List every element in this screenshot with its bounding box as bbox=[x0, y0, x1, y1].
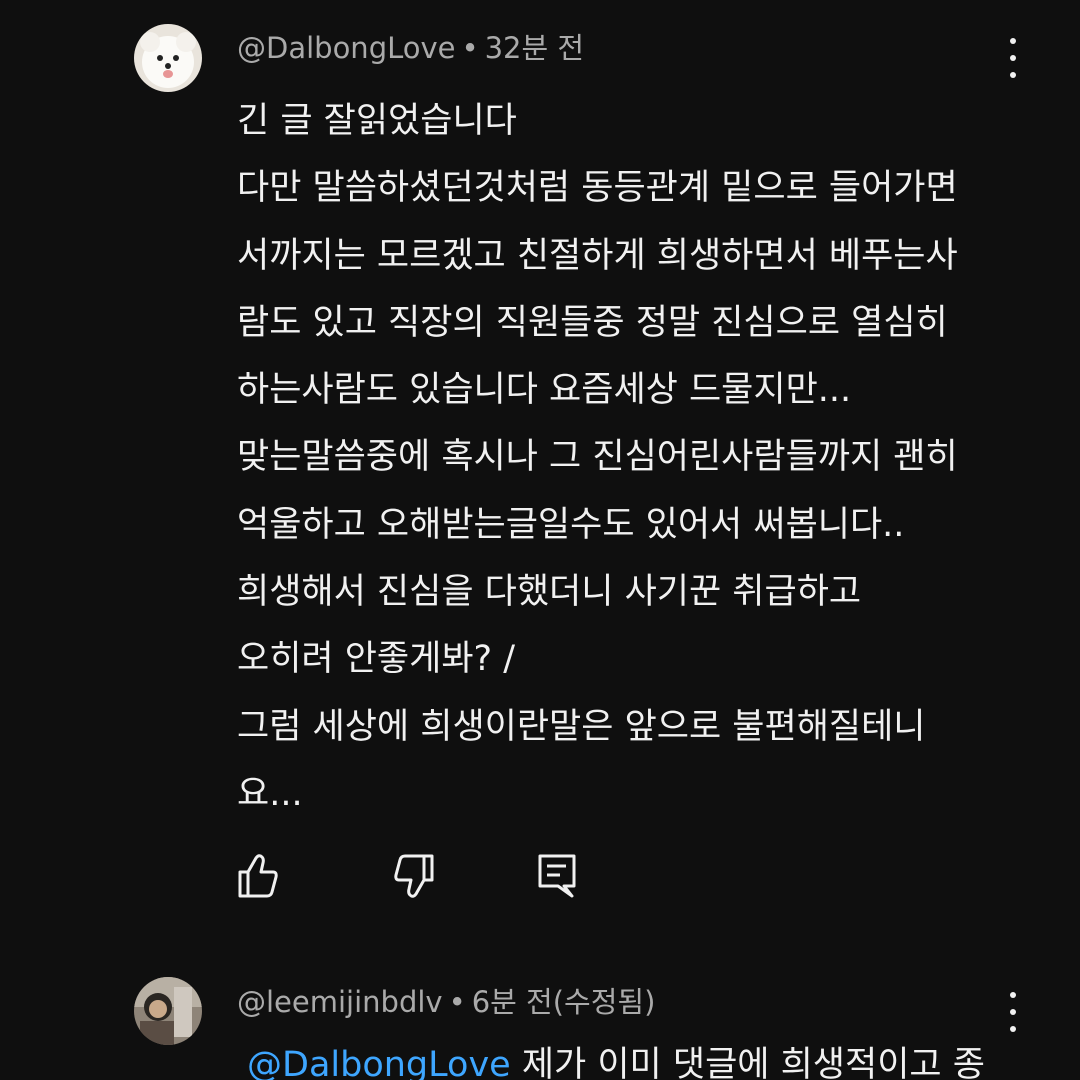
comment-thread: @leemijinbdlv • 6분 전(수정됨) @DalbongLove 제가 … bbox=[0, 960, 1080, 1080]
comment-line: 다만 말씀하셨던것처럼 동등관계 밑으로 들어가면 bbox=[237, 168, 958, 209]
thumbs-down-icon bbox=[394, 854, 434, 898]
comment-line: 그럼 세상에 희생이란말은 앞으로 불편해질테니 bbox=[237, 706, 926, 747]
thumbs-up-icon bbox=[238, 854, 278, 898]
kebab-dot bbox=[1010, 72, 1016, 78]
reply-icon bbox=[538, 854, 576, 898]
comment-line: 서까지는 모르겠고 친절하게 희생하면서 베푸는사 bbox=[237, 235, 958, 276]
comment-body: 긴 글 잘읽었습니다 다만 말씀하셨던것처럼 동등관계 밑으로 들어가면 서까지… bbox=[237, 88, 1037, 828]
comment-line: 억울하고 오해받는글일수도 있어서 써봅니다.. bbox=[237, 504, 905, 545]
comment-body: @DalbongLove 제가 이미 댓글에 희생적이고 종 bbox=[247, 1040, 985, 1080]
comment-author[interactable]: @leemijinbdlv bbox=[237, 985, 443, 1019]
comment-meta: @DalbongLove • 32분 전 bbox=[237, 28, 584, 68]
comment-thread: @DalbongLove • 32분 전 긴 글 잘읽었습니다 다만 말씀하셨던것처… bbox=[0, 0, 1080, 950]
reply-button[interactable] bbox=[536, 850, 580, 900]
comment-line: 긴 글 잘읽었습니다 bbox=[237, 101, 517, 141]
user-avatar-image bbox=[134, 977, 202, 1045]
comment-meta: @leemijinbdlv • 6분 전(수정됨) bbox=[237, 982, 655, 1022]
comment-line: 제가 이미 댓글에 희생적이고 종 bbox=[510, 1045, 985, 1080]
comments-page: @DalbongLove • 32분 전 긴 글 잘읽었습니다 다만 말씀하셨던것처… bbox=[0, 0, 1080, 1080]
kebab-dot bbox=[1010, 992, 1016, 998]
kebab-dot bbox=[1010, 1009, 1016, 1015]
comment-line: 하는사람도 있습니다 요즘세상 드물지만... bbox=[237, 370, 852, 411]
avatar[interactable] bbox=[134, 977, 202, 1045]
kebab-dot bbox=[1010, 38, 1016, 44]
comment-time: 6분 전(수정됨) bbox=[471, 985, 656, 1019]
comment-line: 희생해서 진심을 다했더니 사기꾼 취급하고 bbox=[237, 572, 862, 613]
comment-line: 요... bbox=[237, 773, 303, 814]
more-options-icon[interactable] bbox=[1000, 36, 1026, 80]
meta-separator: • bbox=[461, 31, 479, 65]
comment-line: 맞는말씀중에 혹시나 그 진심어린사람들까지 괜히 bbox=[237, 437, 958, 478]
avatar[interactable] bbox=[134, 24, 202, 92]
comment-author[interactable]: @DalbongLove bbox=[237, 31, 456, 65]
kebab-dot bbox=[1010, 55, 1016, 61]
dislike-button[interactable] bbox=[392, 850, 436, 900]
mention-link[interactable]: @DalbongLove bbox=[247, 1045, 511, 1080]
meta-separator: • bbox=[448, 985, 466, 1019]
like-button[interactable] bbox=[236, 850, 280, 900]
kebab-dot bbox=[1010, 1026, 1016, 1032]
comment-time: 32분 전 bbox=[484, 31, 585, 65]
comment-line: 오히려 안좋게봐? / bbox=[237, 639, 516, 680]
more-options-icon[interactable] bbox=[1000, 990, 1026, 1034]
dog-avatar-image bbox=[134, 24, 202, 92]
comment-line: 람도 있고 직장의 직원들중 정말 진심으로 열심히 bbox=[237, 302, 948, 343]
